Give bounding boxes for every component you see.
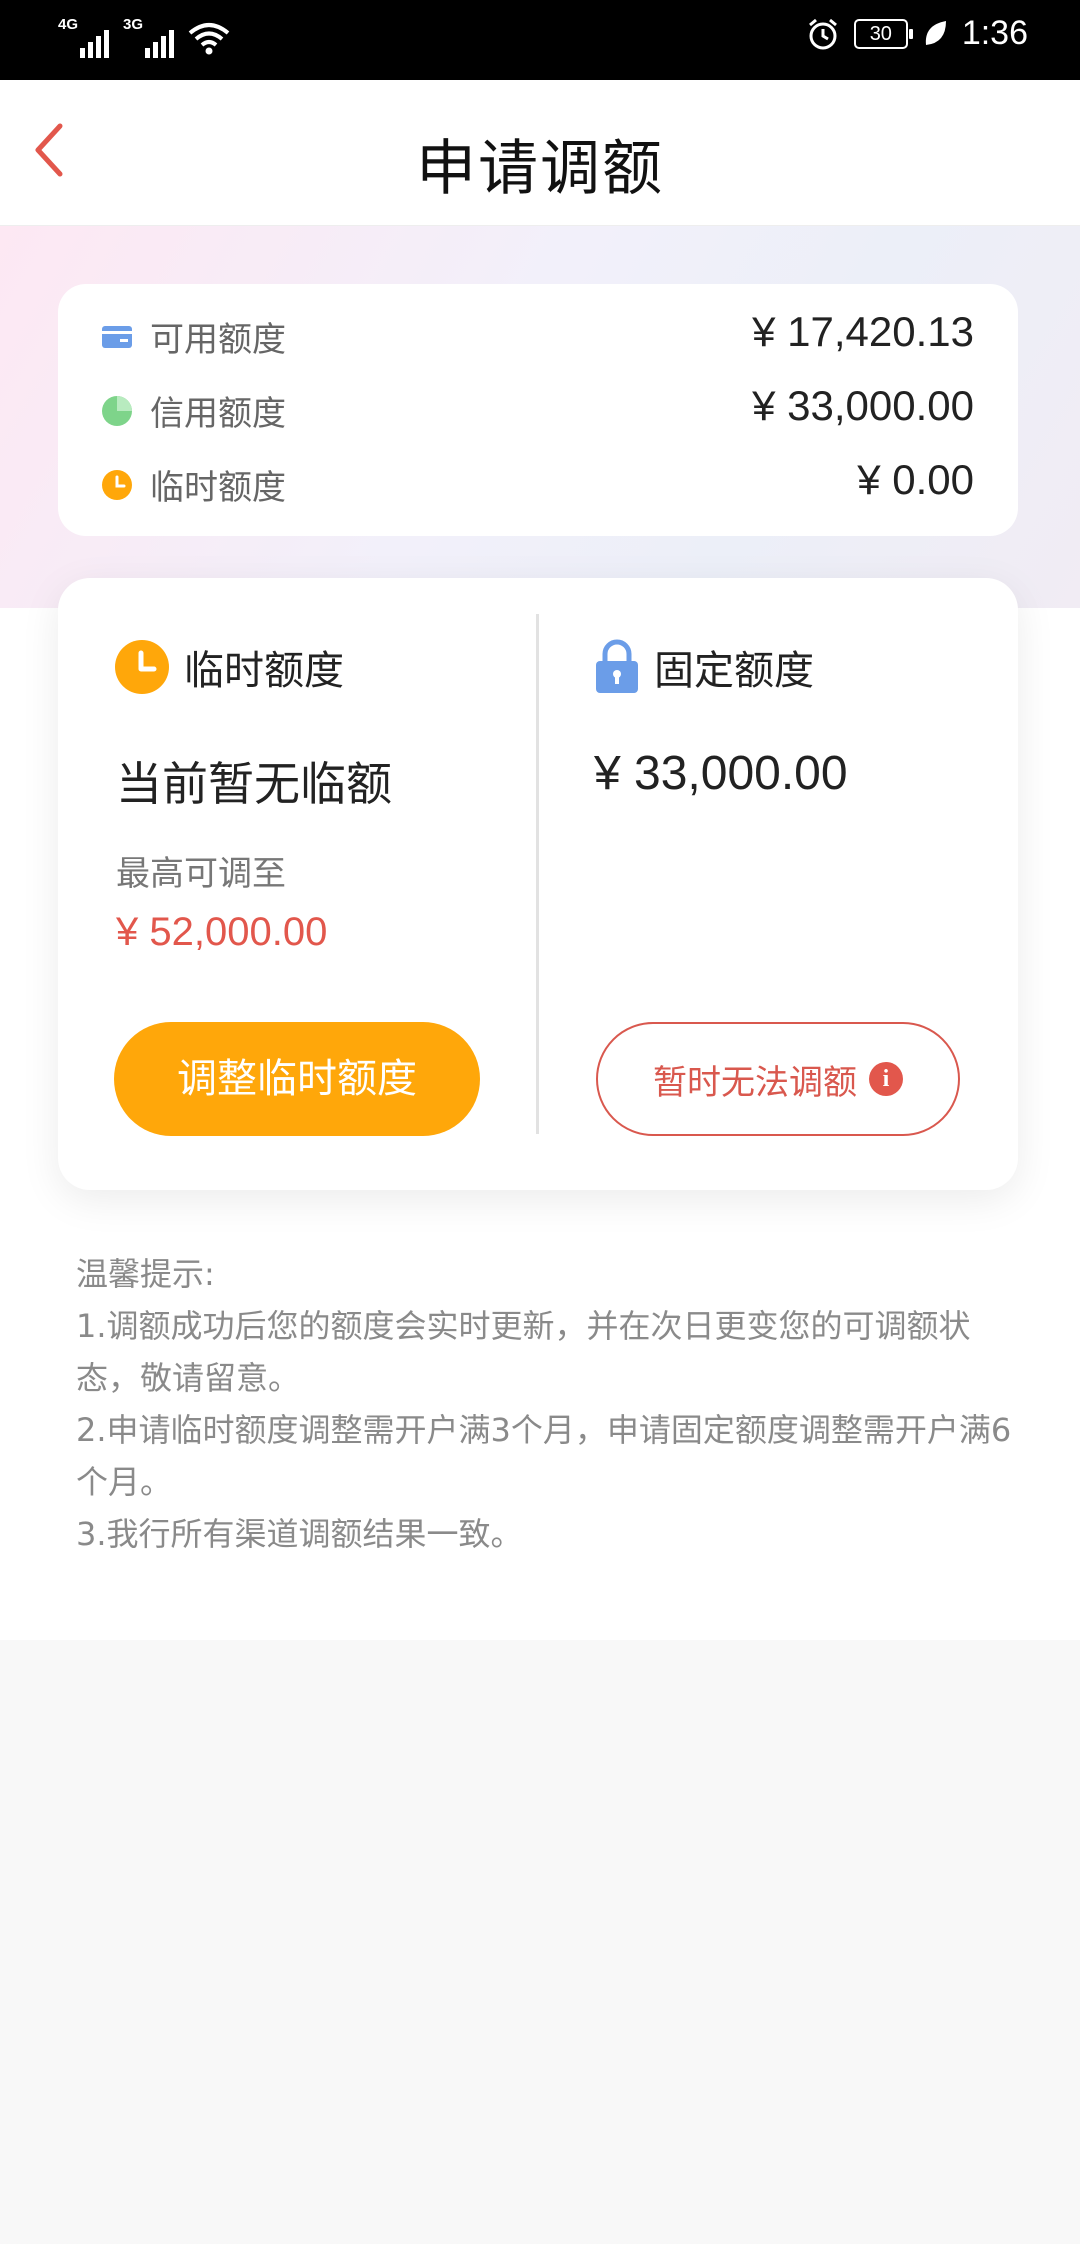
column-divider xyxy=(536,614,539,1134)
pie-chart-icon xyxy=(102,396,132,426)
page-title: 申请调额 xyxy=(416,134,664,204)
nav-bar: 申请调额 xyxy=(0,80,1080,226)
fixed-quota-title: 固定额度 xyxy=(654,648,814,694)
alarm-icon xyxy=(808,18,837,49)
clock-icon xyxy=(115,640,169,694)
temporary-quota-title: 临时额度 xyxy=(184,648,344,694)
tip-item: 3.我行所有渠道调额结果一致。 xyxy=(76,1515,523,1553)
clock-icon xyxy=(102,470,132,500)
cell-signal-icon: 4G xyxy=(58,16,109,58)
fixed-quota-header: 固定额度 xyxy=(594,638,814,696)
summary-label: 信用额度 xyxy=(150,394,286,434)
cannot-adjust-label: 暂时无法调额 xyxy=(653,1062,857,1103)
tips-heading: 温馨提示: xyxy=(76,1255,215,1293)
tip-item: 2.申请临时额度调整需开户满3个月，申请固定额度调整需开户满6个月。 xyxy=(76,1411,1012,1501)
tip-item: 1.调额成功后您的额度会实时更新，并在次日更变您的可调额状态，敬请留意。 xyxy=(76,1307,971,1397)
lock-icon xyxy=(596,639,638,693)
clock: 1:36 xyxy=(961,14,1028,52)
wifi-icon xyxy=(188,23,230,55)
summary-value: ¥ 33,000.00 xyxy=(752,382,974,429)
leaf-icon xyxy=(925,20,946,45)
summary-value: ¥ 17,420.13 xyxy=(752,308,974,355)
summary-value: ¥ 0.00 xyxy=(857,456,974,503)
network-type-1: 4G xyxy=(58,16,79,33)
adjust-temporary-quota-button[interactable]: 调整临时额度 xyxy=(114,1022,480,1136)
summary-row-temporary: 临时额度 ¥ 0.00 xyxy=(58,454,1018,514)
cannot-adjust-button[interactable]: 暂时无法调额 i xyxy=(596,1022,960,1136)
summary-label: 临时额度 xyxy=(150,468,286,508)
adjustment-card: 临时额度 当前暂无临额 最高可调至 ¥ 52,000.00 调整临时额度 固定额… xyxy=(58,578,1018,1190)
temporary-quota-header: 临时额度 xyxy=(114,638,344,696)
status-bar: 4G 3G 30 1:36 xyxy=(0,0,1080,80)
tips-section: 温馨提示: 1.调额成功后您的额度会实时更新，并在次日更变您的可调额状态，敬请留… xyxy=(76,1248,1016,1560)
network-type-2: 3G xyxy=(123,16,144,33)
temporary-quota-status: 当前暂无临额 xyxy=(116,757,392,811)
fixed-quota-amount: ¥ 33,000.00 xyxy=(594,747,848,800)
max-adjustable-value: ¥ 52,000.00 xyxy=(116,910,328,954)
card-icon xyxy=(102,326,132,348)
cell-signal-icon-2: 3G xyxy=(123,16,174,58)
summary-row-available: 可用额度 ¥ 17,420.13 xyxy=(58,306,1018,366)
battery-icon: 30 xyxy=(853,18,913,49)
max-adjustable-label: 最高可调至 xyxy=(116,854,286,894)
info-icon[interactable]: i xyxy=(869,1062,903,1096)
summary-label: 可用额度 xyxy=(150,320,286,360)
credit-summary-card: 可用额度 ¥ 17,420.13 信用额度 ¥ 33,000.00 临时额度 ¥… xyxy=(58,284,1018,536)
summary-row-credit: 信用额度 ¥ 33,000.00 xyxy=(58,380,1018,440)
